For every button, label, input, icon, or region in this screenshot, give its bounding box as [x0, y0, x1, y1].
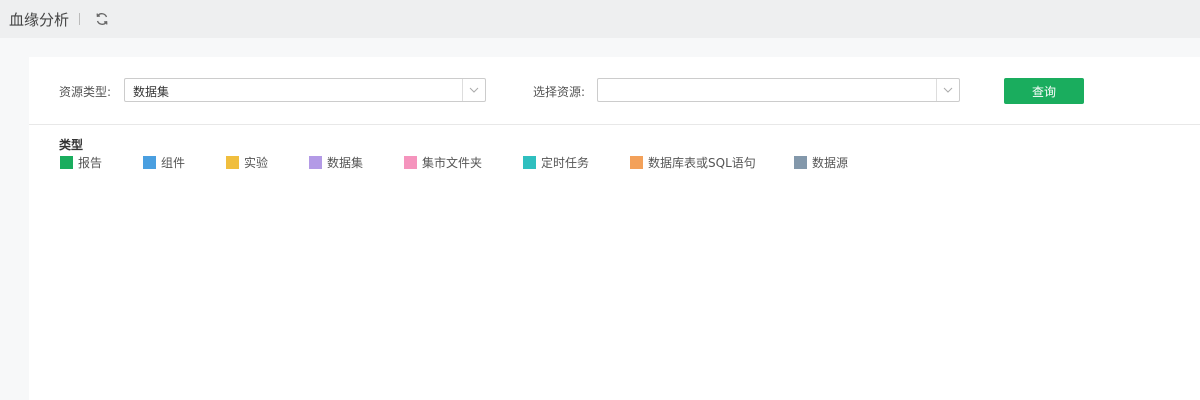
resource-type-label: 资源类型:	[59, 85, 112, 99]
legend-item-experiment[interactable]: 实验	[226, 154, 268, 170]
legend-item-scheduled-task[interactable]: 定时任务	[523, 154, 589, 170]
page-title: 血缘分析	[9, 10, 70, 29]
resource-select[interactable]	[597, 78, 960, 102]
legend-swatch	[143, 155, 156, 169]
title-divider	[79, 13, 81, 25]
legend-swatch	[309, 155, 322, 169]
legend-label: 数据源	[812, 155, 849, 170]
legend-item-db-table-sql[interactable]: 数据库表或SQL语句	[630, 154, 756, 170]
legend-item-datasource[interactable]: 数据源	[794, 154, 848, 170]
refresh-icon[interactable]	[94, 11, 110, 27]
filter-row: 资源类型: 数据集 选择资源: 查询	[29, 57, 1200, 125]
legend-item-dataset[interactable]: 数据集	[309, 154, 363, 170]
top-bar: 血缘分析	[0, 0, 1200, 38]
chevron-down-icon[interactable]	[936, 79, 959, 101]
legend-label: 集市文件夹	[422, 155, 483, 170]
legend-swatch	[226, 155, 239, 169]
legend-item-market-folder[interactable]: 集市文件夹	[404, 154, 482, 170]
legend-label: 实验	[244, 155, 269, 170]
legend-swatch	[404, 155, 417, 169]
chevron-down-icon[interactable]	[462, 79, 485, 101]
resource-type-value: 数据集	[133, 85, 170, 99]
legend-swatch	[523, 155, 536, 169]
resource-type-select[interactable]: 数据集	[124, 78, 486, 102]
legend-label: 数据集	[327, 155, 364, 170]
main-panel: 资源类型: 数据集 选择资源: 查询 类型 报告 组件 实验 数据集 集市文件夹…	[29, 57, 1200, 400]
legend-item-component[interactable]: 组件	[143, 154, 185, 170]
legend: 报告 组件 实验 数据集 集市文件夹 定时任务 数据库表或SQL语句 数据源	[60, 154, 1160, 170]
legend-item-report[interactable]: 报告	[60, 154, 102, 170]
legend-label: 数据库表或SQL语句	[648, 155, 756, 170]
legend-label: 组件	[161, 155, 186, 170]
legend-swatch	[630, 155, 643, 169]
legend-title: 类型	[59, 138, 84, 152]
legend-label: 报告	[78, 155, 103, 170]
legend-swatch	[60, 155, 73, 169]
legend-swatch	[794, 155, 807, 169]
query-button[interactable]: 查询	[1004, 78, 1084, 104]
resource-select-label: 选择资源:	[533, 85, 586, 99]
legend-label: 定时任务	[541, 155, 590, 170]
